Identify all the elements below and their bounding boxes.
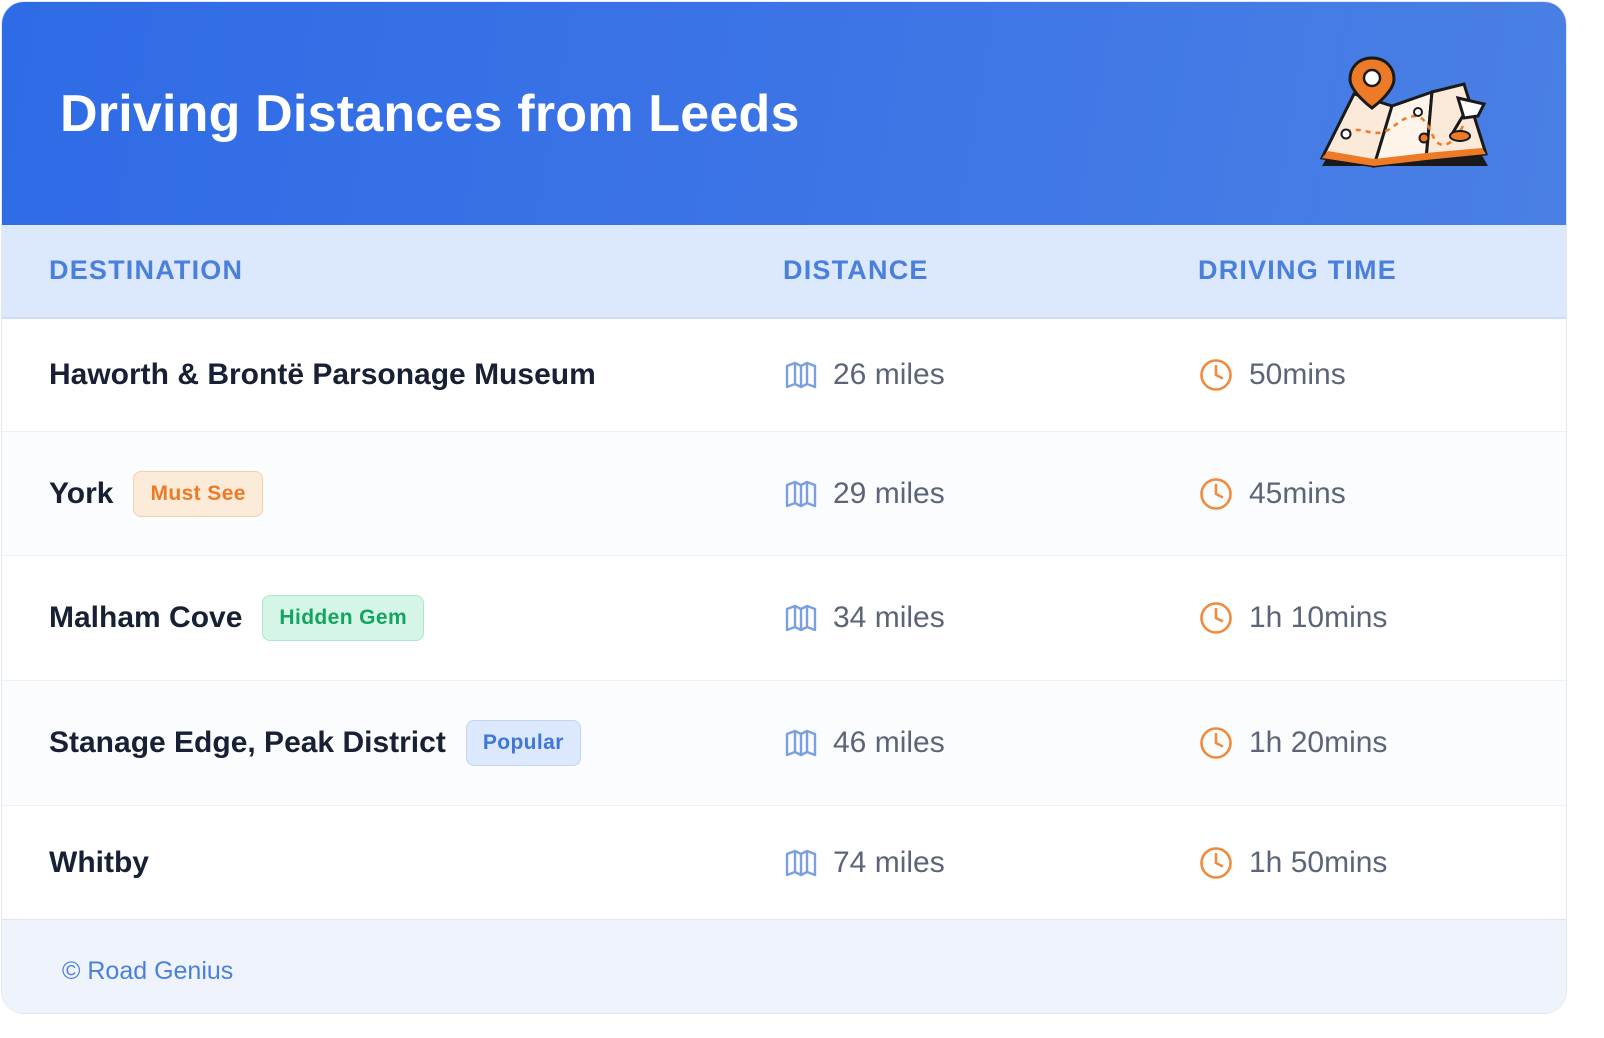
table-row[interactable]: Haworth & Brontë Parsonage Museum 26 mil…	[2, 318, 1566, 432]
card-header: Driving Distances from Leeds	[2, 2, 1566, 225]
time-cell: 1h 50mins	[1199, 846, 1387, 880]
distance-value: 29 miles	[833, 476, 945, 510]
destination-name: Malham Cove	[49, 601, 243, 634]
time-cell: 1h 20mins	[1199, 726, 1387, 760]
destination-cell: York Must See	[49, 470, 263, 517]
distance-value: 74 miles	[833, 845, 945, 879]
distance-cell: 46 miles	[785, 726, 945, 760]
distance-cell: 26 miles	[785, 358, 945, 392]
time-value: 50mins	[1249, 357, 1346, 391]
hidden-gem-badge: Hidden Gem	[262, 595, 425, 641]
distance-value: 26 miles	[833, 357, 945, 391]
distance-card: Driving Distances from Leeds DESTINATION…	[2, 2, 1566, 1013]
destination-cell: Whitby	[49, 846, 149, 880]
destination-name: York	[49, 476, 114, 510]
column-header-destination[interactable]: DESTINATION	[49, 255, 243, 286]
page-title: Driving Distances from Leeds	[60, 85, 800, 143]
destination-cell: Malham Cove Hidden Gem	[49, 595, 425, 641]
clock-icon	[1200, 358, 1232, 391]
clock-icon	[1200, 727, 1232, 759]
clock-icon	[1200, 846, 1232, 879]
clock-icon	[1200, 602, 1232, 634]
time-value: 1h 10mins	[1249, 601, 1388, 634]
destination-name: Whitby	[49, 845, 149, 879]
time-value: 1h 20mins	[1249, 726, 1388, 759]
distance-cell: 74 miles	[785, 846, 945, 880]
table-row[interactable]: Malham Cove Hidden Gem 34 miles 1h 10min…	[2, 556, 1566, 681]
popular-badge: Popular	[465, 720, 581, 766]
distance-cell: 29 miles	[785, 477, 945, 511]
distance-value: 46 miles	[833, 726, 945, 759]
clock-icon	[1200, 477, 1232, 510]
time-cell: 50mins	[1199, 358, 1346, 392]
map-icon	[785, 729, 817, 757]
table-row[interactable]: Whitby 74 miles 1h 50mins	[2, 806, 1566, 919]
map-icon	[785, 480, 817, 507]
must-see-badge: Must See	[133, 470, 263, 517]
distance-value: 34 miles	[833, 601, 945, 634]
time-value: 1h 50mins	[1249, 845, 1388, 879]
table-header: DESTINATION DISTANCE DRIVING TIME	[2, 225, 1566, 319]
destination-cell: Stanage Edge, Peak District Popular	[49, 720, 581, 766]
table-row[interactable]: York Must See 29 miles 45mins	[2, 432, 1566, 556]
footer-credit[interactable]: © Road Genius	[62, 957, 233, 986]
destination-cell: Haworth & Brontë Parsonage Museum	[49, 358, 596, 392]
folded-map-with-location-pin-icon	[1319, 56, 1488, 168]
time-cell: 45mins	[1199, 477, 1346, 511]
destination-name: Stanage Edge, Peak District	[49, 726, 446, 759]
map-icon	[785, 849, 817, 876]
column-header-driving-time[interactable]: DRIVING TIME	[1198, 255, 1397, 286]
card-footer: © Road Genius	[2, 919, 1566, 1013]
map-icon	[785, 361, 817, 388]
time-value: 45mins	[1249, 476, 1346, 510]
destination-name: Haworth & Brontë Parsonage Museum	[49, 357, 596, 391]
column-header-distance[interactable]: DISTANCE	[783, 255, 929, 286]
time-cell: 1h 10mins	[1199, 601, 1387, 635]
table-row[interactable]: Stanage Edge, Peak District Popular 46 m…	[2, 681, 1566, 806]
map-icon	[785, 604, 817, 632]
distance-cell: 34 miles	[785, 601, 945, 635]
